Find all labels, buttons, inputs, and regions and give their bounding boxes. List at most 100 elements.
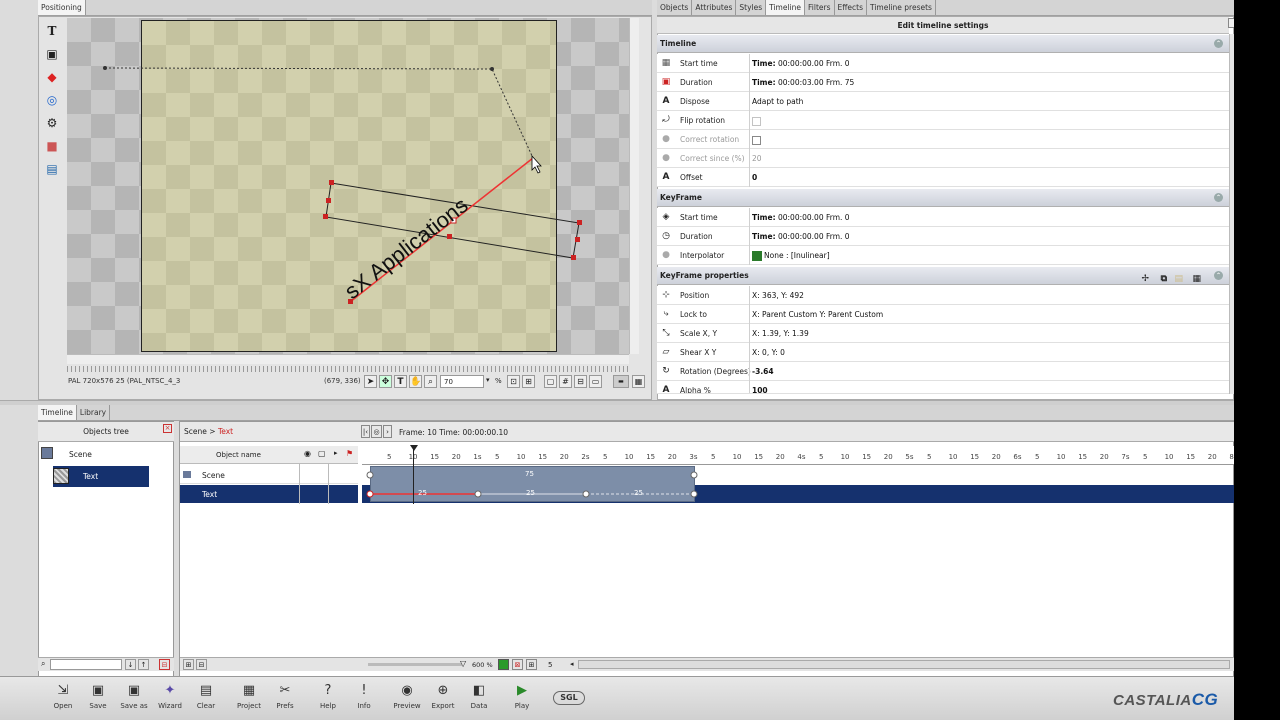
prefs-button[interactable]: ✂ Prefs xyxy=(267,683,303,710)
wizard-button[interactable]: ✦ Wizard xyxy=(152,683,188,710)
row-value[interactable]: Time: 00:00:00.00 Frm. 0 xyxy=(749,208,1229,227)
row-scale[interactable]: ⤡ Scale X, Y X: 1.39, Y: 1.39 xyxy=(657,324,1229,343)
snap-icon[interactable] xyxy=(498,659,509,670)
tab-styles[interactable]: Styles xyxy=(736,0,767,15)
row-shear[interactable]: ▱ Shear X Y X: 0, Y: 0 xyxy=(657,343,1229,362)
flip-rotation-checkbox[interactable] xyxy=(752,116,761,126)
row-correct-rotation[interactable]: ● Correct rotation xyxy=(657,130,1229,149)
expand-icon[interactable]: ⊞ xyxy=(183,659,194,670)
help-button[interactable]: ? Help xyxy=(310,683,346,710)
arrow-down-icon[interactable]: ↓ xyxy=(125,659,136,670)
section-keyframe-properties[interactable]: KeyFrame properties ✢ ⧉ ▤ ▦ ⌃ xyxy=(657,267,1229,285)
picture-tool-icon[interactable]: ▤ xyxy=(43,160,61,178)
tab-library[interactable]: Library xyxy=(77,405,111,420)
row-value[interactable]: X: 0, Y: 0 xyxy=(749,343,1229,362)
row-flip-rotation[interactable]: ⤾ Flip rotation xyxy=(657,111,1229,130)
text-tool-icon[interactable]: T xyxy=(43,22,61,40)
flag-icon[interactable]: ⚑ xyxy=(346,449,353,458)
save-button[interactable]: ▣ Save xyxy=(80,683,116,710)
align-icon[interactable]: ⊞ xyxy=(522,375,535,388)
zoom-slider[interactable] xyxy=(368,663,462,666)
playhead[interactable] xyxy=(413,446,414,504)
handle[interactable] xyxy=(447,234,452,239)
fit-icon[interactable]: ⊡ xyxy=(507,375,520,388)
export-button[interactable]: ⊕ Export xyxy=(425,683,461,710)
row-kf-start-time[interactable]: ◈ Start time Time: 00:00:00.00 Frm. 0 xyxy=(657,208,1229,227)
canvas-vscrollbar[interactable] xyxy=(629,18,639,354)
zoom-slider-thumb-icon[interactable]: ▽ xyxy=(460,659,466,668)
collapse-icon[interactable]: ⌃ xyxy=(1214,193,1223,202)
tab-timeline-presets[interactable]: Timeline presets xyxy=(867,0,936,15)
open-button[interactable]: ⇲ Open xyxy=(45,683,81,710)
data-button[interactable]: ◧ Data xyxy=(461,683,497,710)
timeline-row-text[interactable]: Text xyxy=(180,485,358,503)
tab-effects[interactable]: Effects xyxy=(835,0,867,15)
path-point[interactable] xyxy=(103,66,107,70)
row-dispose[interactable]: A Dispose Adapt to path xyxy=(657,92,1229,111)
tab-timeline[interactable]: Timeline xyxy=(766,0,806,15)
frame-icon[interactable]: ⊟ xyxy=(574,375,587,388)
tab-attributes[interactable]: Attributes xyxy=(692,0,737,15)
move-icon[interactable]: ✥ xyxy=(379,375,392,388)
row-alpha[interactable]: A Alpha % 100 xyxy=(657,381,1229,394)
section-keyframe[interactable]: KeyFrame ⌃ xyxy=(657,189,1229,207)
row-value[interactable]: Time: 00:00:00.00 Frm. 0 xyxy=(749,227,1229,246)
pointer-icon[interactable]: ➤ xyxy=(364,375,377,388)
row-value[interactable]: 0 xyxy=(749,168,1229,187)
row-correct-since[interactable]: ● Correct since (%) 20 xyxy=(657,149,1229,168)
collapse-icon[interactable]: ⌃ xyxy=(1214,271,1223,280)
grid-snap-icon[interactable]: ⊞ xyxy=(526,659,537,670)
handle[interactable] xyxy=(326,198,331,203)
path-point[interactable] xyxy=(490,67,494,71)
row-value[interactable]: 100 xyxy=(749,381,1229,393)
zoom-dropdown-icon[interactable]: ▾ xyxy=(486,376,490,384)
play-small-icon[interactable]: ▸ xyxy=(334,449,338,457)
keyframe-marker[interactable] xyxy=(366,471,374,479)
section-timeline[interactable]: Timeline ⌃ xyxy=(657,35,1229,53)
cube-tool-icon[interactable]: ■ xyxy=(43,137,61,155)
row-position[interactable]: ⊹ Position X: 363, Y: 492 xyxy=(657,286,1229,305)
save-as-button[interactable]: ▣ Save as xyxy=(116,683,152,710)
lock-icon[interactable]: ▢ xyxy=(318,449,326,458)
safe-area-icon[interactable]: ▢ xyxy=(544,375,557,388)
monitor-icon[interactable]: ▭ xyxy=(589,375,602,388)
step-value[interactable]: 5 xyxy=(548,661,552,669)
project-button[interactable]: ▦ Project xyxy=(231,683,267,710)
row-offset[interactable]: A Offset 0 xyxy=(657,168,1229,187)
tab-filters[interactable]: Filters xyxy=(805,0,835,15)
row-value[interactable]: None : [Inulinear] xyxy=(749,246,1229,265)
tab-timeline-bottom[interactable]: Timeline xyxy=(38,405,77,420)
canvas-text[interactable]: sX Applications xyxy=(340,192,473,304)
zoom-input[interactable]: 70 xyxy=(440,375,484,388)
canvas-hscrollbar[interactable] xyxy=(67,354,629,364)
motion-path[interactable] xyxy=(104,67,534,159)
zoom-icon[interactable]: ⌕ xyxy=(424,375,437,388)
handle[interactable] xyxy=(323,214,328,219)
handle[interactable] xyxy=(329,180,334,185)
video-tool-icon[interactable]: ⚙ xyxy=(43,114,61,132)
handle[interactable] xyxy=(571,255,576,260)
preview-button[interactable]: ◉ Preview xyxy=(389,683,425,710)
playhead-marker-icon[interactable] xyxy=(410,445,418,451)
keyframe-marker[interactable] xyxy=(474,490,482,498)
arrow-up-icon[interactable]: ↑ xyxy=(138,659,149,670)
close-icon[interactable]: × xyxy=(163,424,172,433)
tab-positioning[interactable]: Positioning xyxy=(38,0,86,15)
breadcrumb-current[interactable]: Text xyxy=(218,427,233,436)
collapse-icon[interactable]: ⌃ xyxy=(1214,39,1223,48)
row-value[interactable]: Adapt to path xyxy=(749,92,1229,111)
properties-scrollbar[interactable] xyxy=(1229,34,1234,394)
row-kf-duration[interactable]: ◷ Duration Time: 00:00:00.00 Frm. 0 xyxy=(657,227,1229,246)
row-value[interactable]: Time: 00:00:00.00 Frm. 0 xyxy=(749,54,1229,73)
grid-icon[interactable]: # xyxy=(559,375,572,388)
clock-tool-icon[interactable]: ◎ xyxy=(43,91,61,109)
resolution-icon[interactable]: ▬ xyxy=(613,375,629,388)
record-icon[interactable]: ◎ xyxy=(371,425,382,438)
info-button[interactable]: ! Info xyxy=(346,683,382,710)
clear-button[interactable]: ▤ Clear xyxy=(188,683,224,710)
shapes-tool-icon[interactable]: ◆ xyxy=(43,68,61,86)
timeline-row-scene[interactable]: Scene xyxy=(180,466,358,484)
row-start-time[interactable]: ▦ Start time Time: 00:00:00.00 Frm. 0 xyxy=(657,54,1229,73)
scroll-left-icon[interactable]: ◂ xyxy=(570,660,574,668)
delete-icon[interactable]: ⊟ xyxy=(159,659,170,670)
